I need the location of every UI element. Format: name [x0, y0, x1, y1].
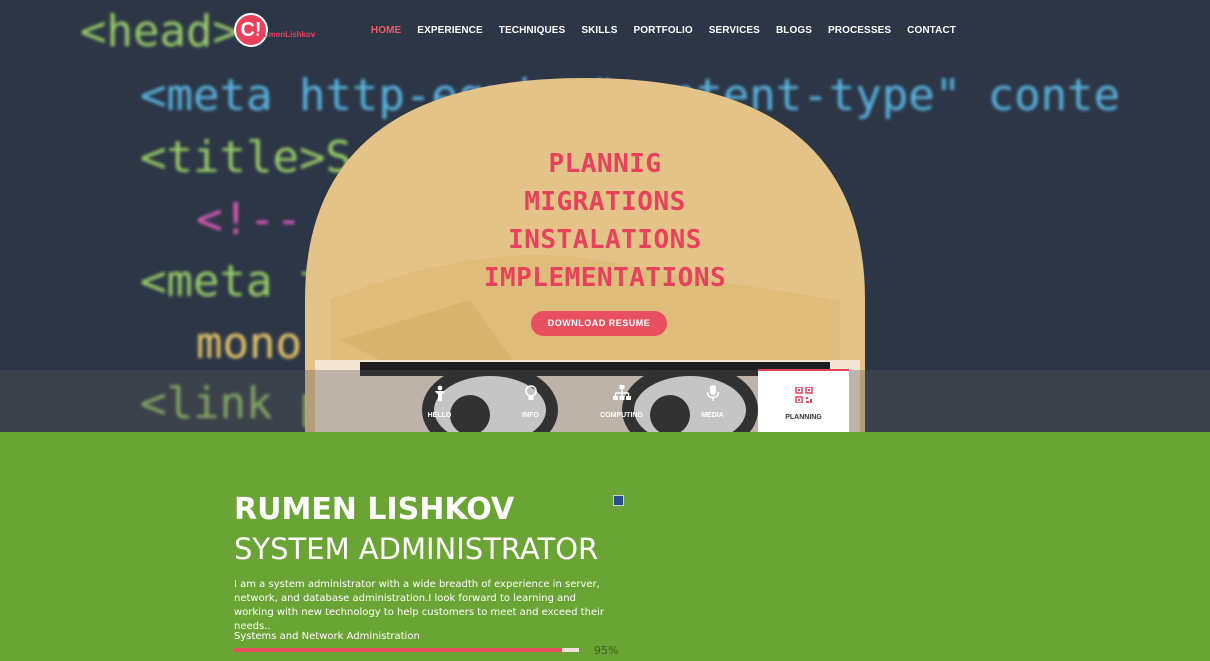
lightbulb-icon — [524, 385, 537, 400]
person-name: RUMEN LISHKOV — [234, 492, 515, 527]
sitemap-icon — [612, 385, 631, 400]
hero-line: PLANNIG — [548, 149, 662, 179]
hero-line: MIGRATIONS — [524, 187, 686, 217]
hero-tabs: HELLO INFO COMPUTING MEDIA PLANNING — [394, 369, 849, 432]
person-bio: I am a system administrator with a wide … — [234, 579, 604, 632]
person-icon — [434, 385, 445, 401]
nav-services[interactable]: SERVICES — [709, 25, 760, 36]
nav-processes[interactable]: PROCESSES — [828, 25, 891, 36]
nav-contact[interactable]: CONTACT — [907, 25, 956, 36]
nav-portfolio[interactable]: PORTFOLIO — [634, 25, 693, 36]
tab-label: INFO — [522, 412, 539, 419]
about-section — [0, 432, 1210, 661]
tab-label: PLANNING — [785, 414, 822, 421]
site-logo-text[interactable]: RumenLishkov — [258, 30, 315, 39]
hero-line: IMPLEMENTATIONS — [483, 263, 727, 293]
skill-label: Systems and Network Administration — [234, 631, 420, 642]
tab-label: COMPUTING — [600, 412, 643, 419]
tab-info[interactable]: INFO — [485, 369, 576, 432]
tab-computing[interactable]: COMPUTING — [576, 369, 667, 432]
tab-media[interactable]: MEDIA — [667, 369, 758, 432]
skill-progress-fill — [234, 648, 562, 652]
skill-progress-bar — [234, 648, 579, 652]
nav-home[interactable]: HOME — [371, 25, 401, 36]
tab-label: HELLO — [427, 412, 452, 419]
hero-line: INSTALATIONS — [508, 225, 702, 255]
broken-image-icon — [613, 495, 624, 506]
tab-label: MEDIA — [701, 412, 724, 419]
nav-skills[interactable]: SKILLS — [581, 25, 617, 36]
main-nav: HOME EXPERIENCE TECHNIQUES SKILLS PORTFO… — [371, 25, 956, 36]
nav-experience[interactable]: EXPERIENCE — [417, 25, 482, 36]
qrcode-icon — [794, 387, 813, 403]
nav-blogs[interactable]: BLOGS — [776, 25, 812, 36]
nav-techniques[interactable]: TECHNIQUES — [499, 25, 566, 36]
hero-section: <head> <meta http-equiv="content-type" c… — [0, 0, 1210, 432]
tab-planning[interactable]: PLANNING — [758, 369, 849, 432]
microphone-icon — [706, 385, 719, 401]
skill-percent: 95% — [594, 644, 619, 657]
hero-headline: PLANNIG MIGRATIONS INSTALATIONS IMPLEMEN… — [0, 145, 1210, 297]
tab-hello[interactable]: HELLO — [394, 369, 485, 432]
person-role: SYSTEM ADMINISTRATOR — [234, 532, 599, 566]
download-resume-button[interactable]: DOWNLOAD RESUME — [531, 311, 667, 336]
